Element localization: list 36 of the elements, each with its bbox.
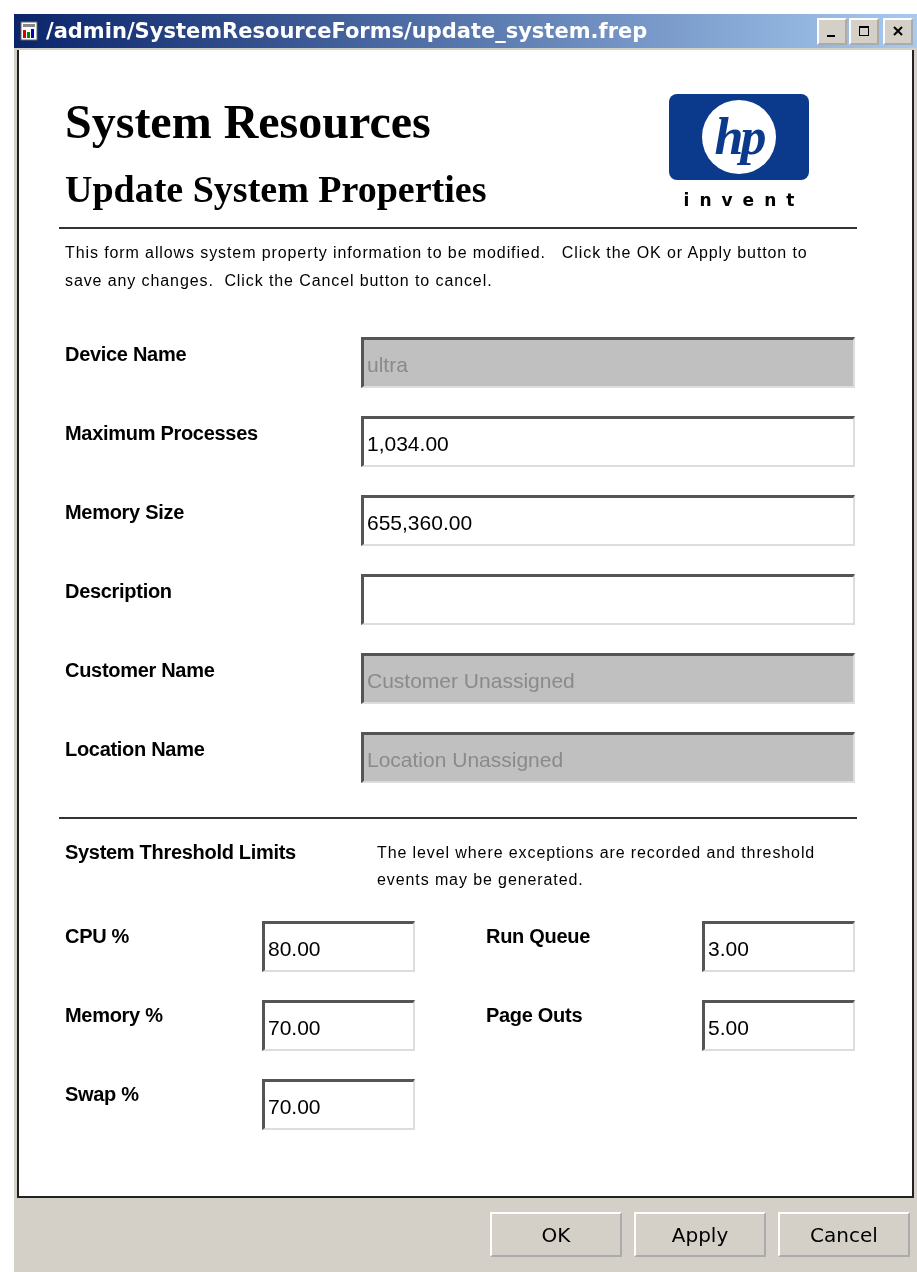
- field-label: Memory Size: [65, 501, 185, 524]
- intro-text: This form allows system property information to be modified. Click the OK or Apply button to save any changes. Click the Cancel button to cancel.: [65, 243, 809, 291]
- dialog-button[interactable]: Apply: [634, 1212, 766, 1257]
- dialog-button[interactable]: OK: [490, 1212, 622, 1257]
- input-field[interactable]: 655,360.00: [361, 495, 855, 546]
- input-field[interactable]: 1,034.00: [361, 416, 855, 467]
- field-label: Customer Name: [65, 659, 216, 682]
- page-subtitle: Update System Properties: [65, 167, 487, 211]
- field-label: Run Queue: [486, 925, 591, 948]
- field-label: Description: [65, 580, 173, 603]
- maximize-icon: [858, 25, 870, 37]
- input-field[interactable]: 70.00: [262, 1000, 415, 1051]
- input-field[interactable]: 5.00: [702, 1000, 855, 1051]
- section-note: The level where exceptions are recorded and threshold events may be generated.: [377, 843, 817, 890]
- field-label: CPU %: [65, 925, 131, 948]
- field-label: Swap %: [65, 1083, 140, 1106]
- close-icon: [892, 25, 904, 37]
- window-title: /admin/SystemResourceForms/update_system.frep: [46, 19, 649, 43]
- dialog-button[interactable]: Cancel: [778, 1212, 910, 1257]
- close-button[interactable]: [883, 17, 913, 45]
- maximize-button[interactable]: [849, 17, 879, 45]
- section-title: System Threshold Limits: [65, 841, 297, 864]
- logo-tagline: invent: [683, 190, 805, 210]
- minimize-icon: [827, 35, 835, 37]
- input-field[interactable]: 3.00: [702, 921, 855, 972]
- input-field[interactable]: [361, 574, 855, 625]
- page-title: System Resources: [65, 94, 432, 149]
- field-label: Device Name: [65, 343, 188, 366]
- field-label: Memory %: [65, 1004, 164, 1027]
- input-field[interactable]: 70.00: [262, 1079, 415, 1130]
- field-label: Location Name: [65, 738, 206, 761]
- logo: hp: [669, 94, 809, 180]
- field-label: Page Outs: [486, 1004, 584, 1027]
- input-field[interactable]: 80.00: [262, 921, 415, 972]
- field-label: Maximum Processes: [65, 422, 259, 445]
- window-icon: [20, 21, 38, 41]
